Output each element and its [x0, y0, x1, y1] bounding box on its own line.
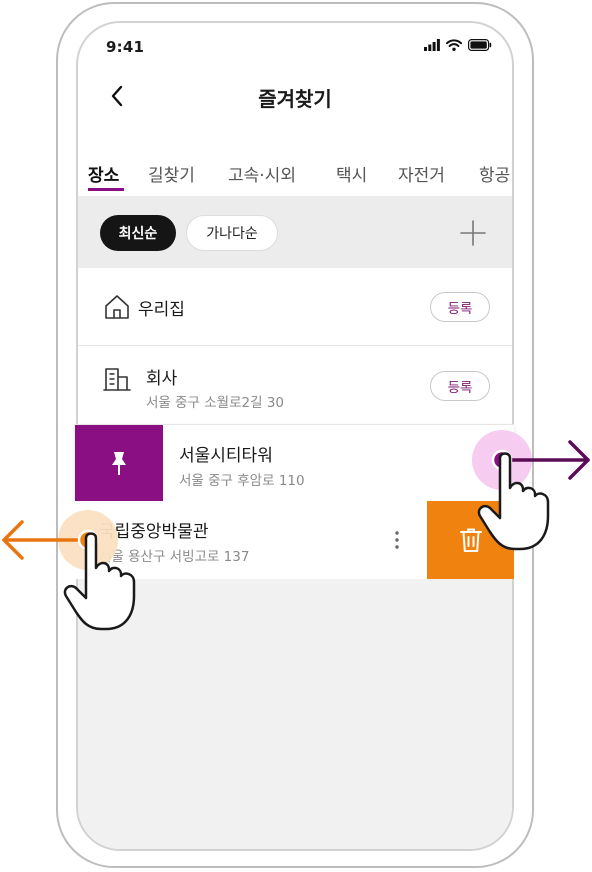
- favorite-home-row[interactable]: 우리집 등록: [78, 268, 512, 346]
- favorite-item-name: 서울시티타워: [179, 446, 273, 466]
- register-home-button[interactable]: 등록: [430, 292, 490, 322]
- tab-directions[interactable]: 길찾기: [148, 161, 195, 186]
- status-bar: 9:41: [78, 23, 512, 73]
- tab-flight[interactable]: 항공: [479, 161, 510, 186]
- home-label: 우리집: [138, 300, 185, 320]
- tab-place[interactable]: 장소: [88, 161, 119, 186]
- header: 즐겨찾기: [78, 73, 512, 119]
- plus-icon[interactable]: [458, 218, 488, 248]
- swipe-left-gesture-icon: [2, 510, 136, 631]
- office-label: 회사: [146, 369, 178, 389]
- sort-latest-chip[interactable]: 최신순: [100, 215, 176, 251]
- tab-intercity-bus[interactable]: 고속·시외: [228, 161, 296, 186]
- more-options-button[interactable]: [385, 525, 409, 555]
- page-title: 즐겨찾기: [258, 87, 332, 111]
- wifi-icon: [446, 39, 462, 51]
- tab-taxi[interactable]: 택시: [336, 161, 367, 186]
- tab-active-indicator: [88, 188, 124, 191]
- more-vertical-icon: [395, 531, 399, 549]
- battery-icon: [468, 39, 492, 51]
- pin-action-button[interactable]: [75, 425, 163, 502]
- sort-filter-bar: 최신순 가나다순: [78, 196, 512, 268]
- favorite-item-address: 서울 중구 후암로 110: [179, 473, 305, 489]
- sort-alphabetical-chip[interactable]: 가나다순: [186, 215, 278, 251]
- register-office-button[interactable]: 등록: [430, 371, 490, 401]
- office-address: 서울 중구 소월로2길 30: [146, 395, 285, 411]
- cellular-signal-icon: [424, 39, 440, 51]
- tab-bicycle[interactable]: 자전거: [398, 161, 445, 186]
- status-time: 9:41: [106, 38, 145, 56]
- favorite-office-row[interactable]: 회사 서울 중구 소월로2길 30 등록: [78, 346, 512, 425]
- pin-icon: [112, 451, 126, 475]
- stage: 9:41 즐겨찾기 장소 길찾기 고속·시외 택시 자전거 항공 최신순 가나다…: [0, 0, 592, 872]
- building-icon: [103, 368, 131, 391]
- swipe-right-gesture-icon: [472, 430, 590, 551]
- favorite-item-row[interactable]: 서울시티타워 서울 중구 후암로 110: [75, 424, 514, 502]
- category-tabs: 장소 길찾기 고속·시외 택시 자전거 항공: [78, 155, 512, 195]
- house-icon: [105, 295, 129, 319]
